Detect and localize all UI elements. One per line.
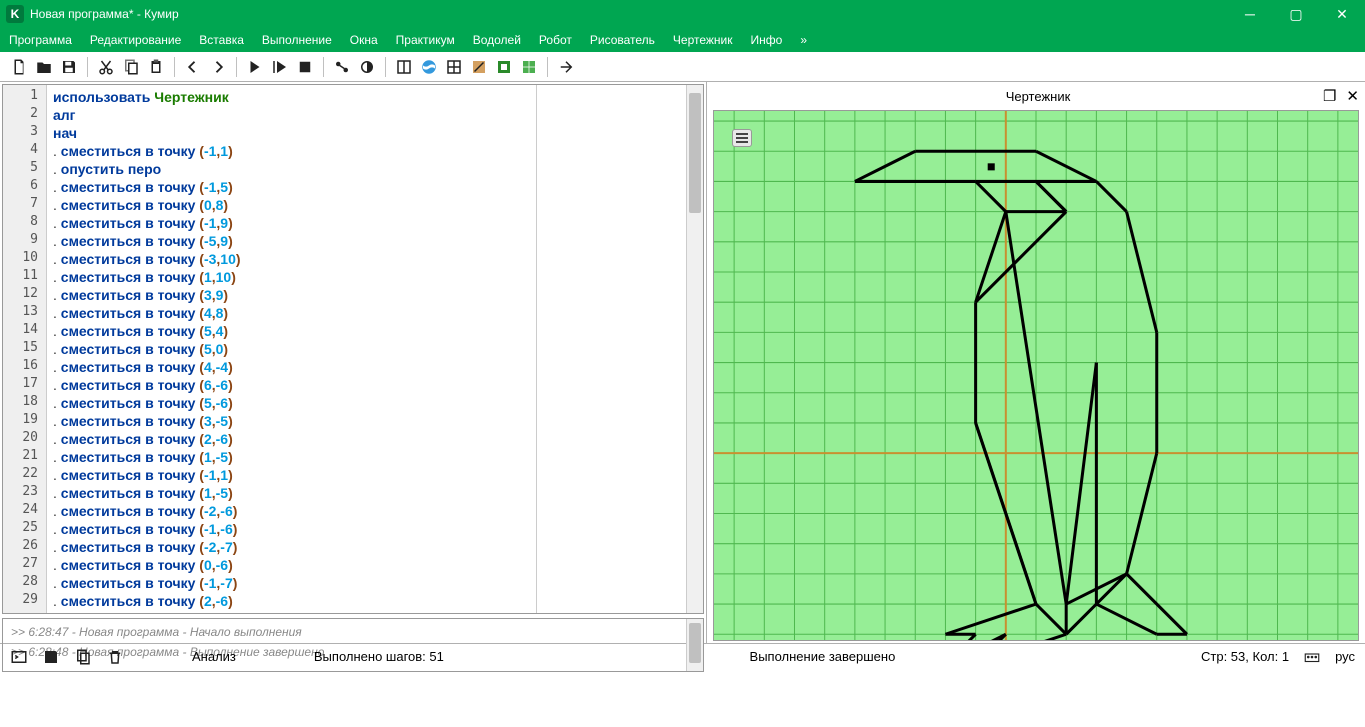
- menu-Редактирование[interactable]: Редактирование: [81, 28, 190, 52]
- toolbar: [0, 52, 1365, 82]
- menu-Вставка[interactable]: Вставка: [190, 28, 253, 52]
- window-title: Новая программа* - Кумир: [30, 7, 1227, 21]
- menu-Чертежник[interactable]: Чертежник: [664, 28, 742, 52]
- keyboard-icon[interactable]: [1303, 648, 1321, 666]
- window-e-icon[interactable]: [493, 56, 515, 78]
- menu-»[interactable]: »: [791, 28, 816, 52]
- status-position: Стр: 53, Кол: 1: [1201, 649, 1289, 664]
- canvas-restore-icon[interactable]: ❐: [1323, 87, 1336, 105]
- expand-icon[interactable]: [555, 56, 577, 78]
- editor-scrollbar[interactable]: [686, 85, 703, 613]
- canvas-close-icon[interactable]: ✕: [1346, 87, 1359, 105]
- sb-save-icon[interactable]: [42, 648, 60, 666]
- save-file-icon[interactable]: [58, 56, 80, 78]
- cut-icon[interactable]: [95, 56, 117, 78]
- copy-icon[interactable]: [120, 56, 142, 78]
- code-area[interactable]: использовать Чертежникалгнач. сместиться…: [47, 85, 536, 613]
- window-a-icon[interactable]: [393, 56, 415, 78]
- status-lang: рус: [1335, 649, 1355, 664]
- maximize-button[interactable]: ▢: [1273, 0, 1319, 28]
- menu-Окна[interactable]: Окна: [341, 28, 387, 52]
- console-scrollbar[interactable]: [686, 619, 703, 671]
- menu-Рисователь[interactable]: Рисователь: [581, 28, 664, 52]
- menu-bar: ПрограммаРедактированиеВставкаВыполнение…: [0, 28, 1365, 52]
- sb-console-icon[interactable]: [10, 648, 28, 666]
- close-button[interactable]: ✕: [1319, 0, 1365, 28]
- menu-Робот[interactable]: Робот: [530, 28, 581, 52]
- tool-b-icon[interactable]: [356, 56, 378, 78]
- menu-Практикум[interactable]: Практикум: [387, 28, 464, 52]
- window-d-icon[interactable]: [468, 56, 490, 78]
- redo-icon[interactable]: [207, 56, 229, 78]
- sb-trash-icon[interactable]: [106, 648, 124, 666]
- run-icon[interactable]: [244, 56, 266, 78]
- menu-Водолей[interactable]: Водолей: [464, 28, 530, 52]
- window-f-icon[interactable]: [518, 56, 540, 78]
- window-b-icon[interactable]: [418, 56, 440, 78]
- menu-Выполнение[interactable]: Выполнение: [253, 28, 341, 52]
- canvas-title-bar: Чертежник ❐ ✕: [713, 84, 1363, 108]
- status-analysis: Анализ: [192, 649, 236, 664]
- tool-a-icon[interactable]: [331, 56, 353, 78]
- stop-icon[interactable]: [294, 56, 316, 78]
- console-line: >> 6:28:47 - Новая программа - Начало вы…: [11, 625, 678, 639]
- minimize-button[interactable]: ─: [1227, 0, 1273, 28]
- menu-Инфо[interactable]: Инфо: [742, 28, 792, 52]
- canvas-menu-icon[interactable]: [732, 129, 752, 147]
- new-file-icon[interactable]: [8, 56, 30, 78]
- paste-icon[interactable]: [145, 56, 167, 78]
- open-file-icon[interactable]: [33, 56, 55, 78]
- sb-copy-icon[interactable]: [74, 648, 92, 666]
- app-icon: K: [6, 5, 24, 23]
- window-c-icon[interactable]: [443, 56, 465, 78]
- margin-area: [536, 85, 686, 613]
- status-state: Выполнение завершено: [750, 649, 896, 664]
- code-editor[interactable]: 1234567891011121314151617181920212223242…: [2, 84, 704, 614]
- title-bar: K Новая программа* - Кумир ─ ▢ ✕: [0, 0, 1365, 28]
- canvas-title: Чертежник: [1006, 89, 1071, 104]
- status-steps: Выполнено шагов: 51: [314, 649, 444, 664]
- step-icon[interactable]: [269, 56, 291, 78]
- undo-icon[interactable]: [182, 56, 204, 78]
- line-gutter: 1234567891011121314151617181920212223242…: [3, 85, 47, 613]
- menu-Программа[interactable]: Программа: [0, 28, 81, 52]
- drawing-canvas[interactable]: [713, 110, 1359, 641]
